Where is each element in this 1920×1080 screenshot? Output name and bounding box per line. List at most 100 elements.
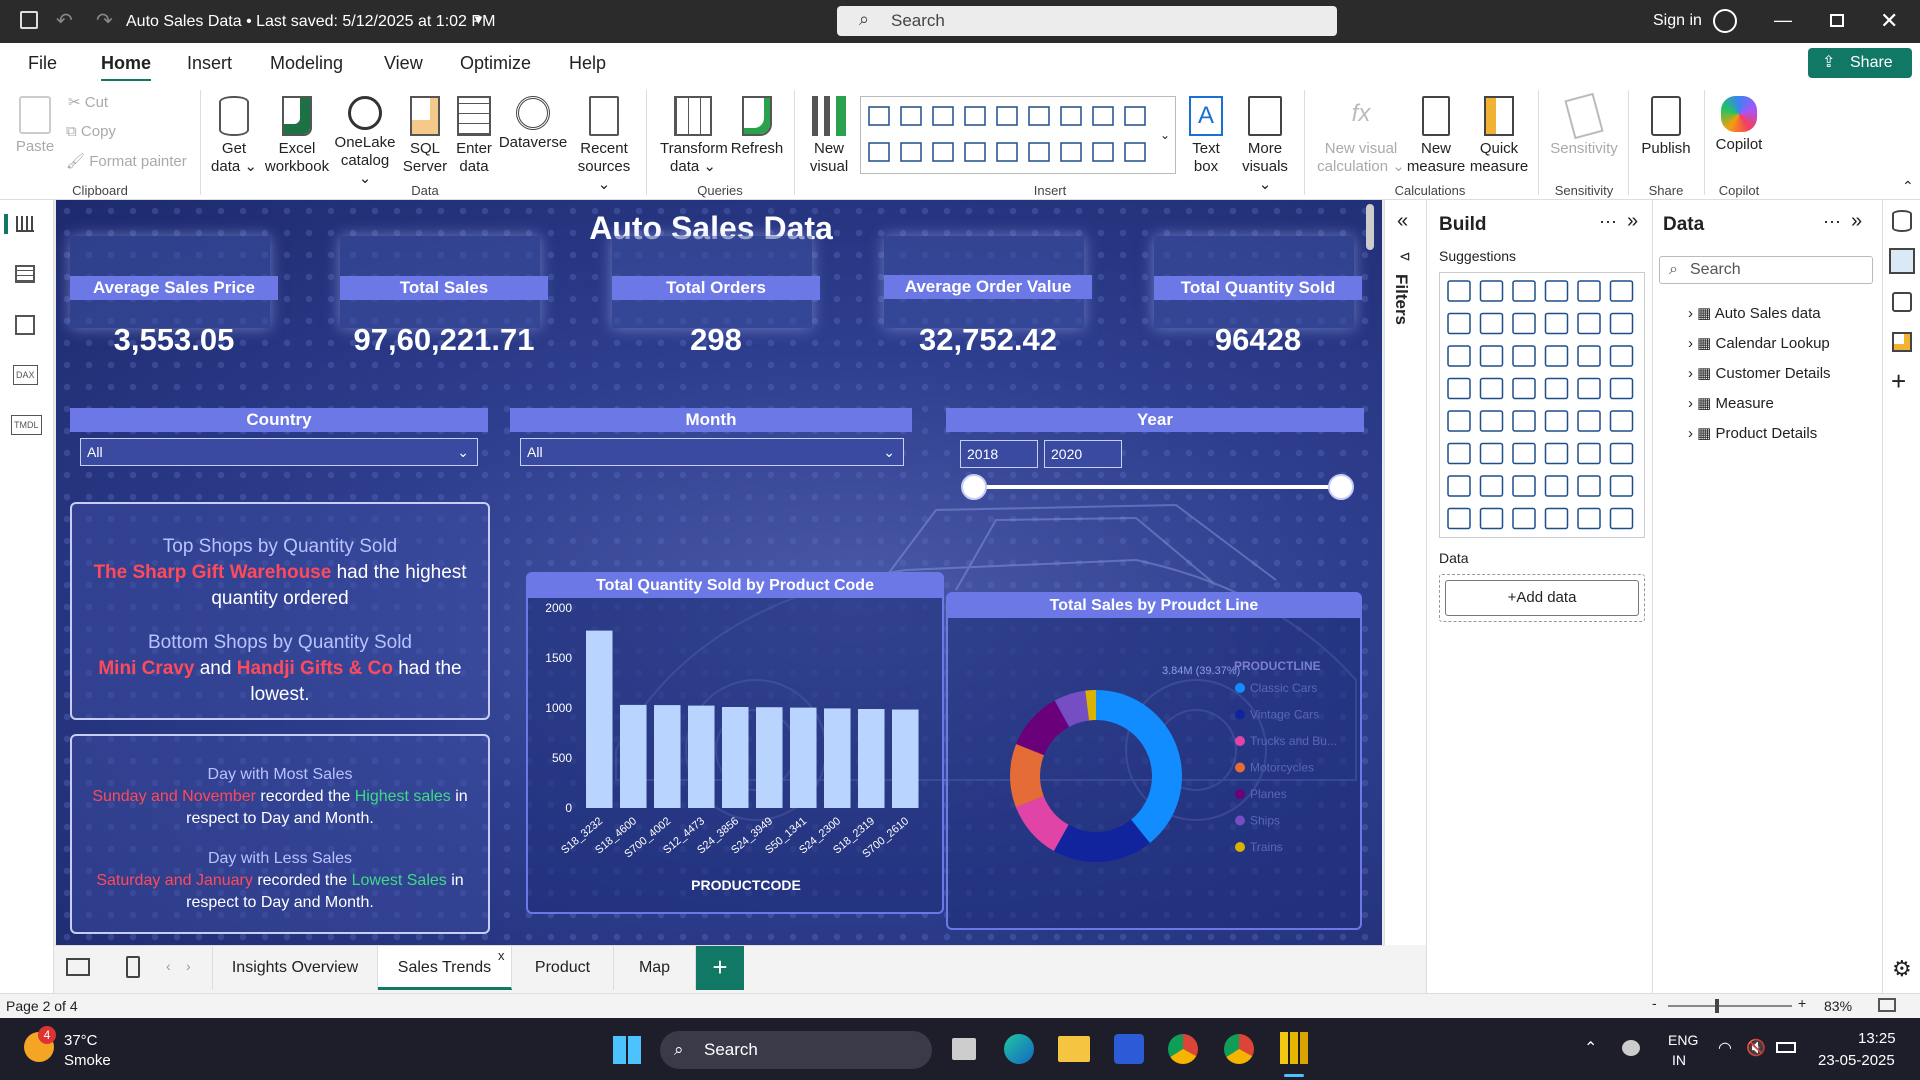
visual-gallery[interactable] — [860, 96, 1176, 174]
next-page-icon[interactable]: › — [186, 958, 191, 974]
tab-view[interactable]: View — [384, 53, 423, 74]
publish-button[interactable]: Publish — [1636, 96, 1696, 158]
power-bi-icon[interactable] — [1280, 1032, 1308, 1064]
visual-types-grid[interactable] — [1439, 272, 1645, 562]
share-button[interactable]: ⇪ Share — [1808, 48, 1912, 78]
data-table-item[interactable]: › ▦ Auto Sales data — [1688, 304, 1821, 322]
new-visual-button[interactable]: New visual — [806, 96, 852, 176]
format-painter-button[interactable]: 🖌 Format painter — [66, 153, 187, 171]
data-table-item[interactable]: › ▦ Product Details — [1688, 424, 1817, 442]
tab-file[interactable]: File — [28, 53, 57, 74]
zoom-slider[interactable] — [1668, 1005, 1792, 1007]
collapse-icon[interactable]: » — [1627, 210, 1638, 233]
dax-query-icon[interactable]: DAX — [13, 365, 38, 385]
add-data-button[interactable]: +Add data — [1445, 580, 1639, 616]
model-view-icon[interactable] — [15, 315, 35, 335]
search-box[interactable]: ⌕ Search — [837, 6, 1337, 36]
zoom-out-icon[interactable]: - — [1652, 995, 1657, 1011]
minimize-icon[interactable]: — — [1774, 10, 1792, 31]
more-options-icon[interactable]: ⋯ — [1823, 212, 1841, 233]
collapse-ribbon-icon[interactable]: ⌃ — [1902, 178, 1914, 195]
language-code[interactable]: ENG — [1668, 1032, 1698, 1048]
recent-sources-button[interactable]: Recent sources ⌄ — [570, 96, 638, 194]
close-icon[interactable]: ✕ — [1880, 8, 1898, 34]
year-slider-track[interactable] — [976, 485, 1346, 489]
table-view-icon[interactable] — [15, 265, 35, 283]
zoom-slider-thumb[interactable] — [1715, 999, 1719, 1013]
text-box-button[interactable]: A Text box — [1186, 96, 1226, 176]
build-pane-icon[interactable] — [1889, 248, 1915, 274]
copilot-button[interactable]: Copilot — [1712, 96, 1766, 154]
edge-icon[interactable] — [1004, 1034, 1034, 1064]
chevron-down-icon[interactable]: ▼ — [472, 12, 485, 27]
page-tab-map[interactable]: Map — [614, 946, 696, 990]
data-table-item[interactable]: › ▦ Customer Details — [1688, 364, 1831, 382]
year-from-input[interactable]: 2018 — [960, 440, 1038, 468]
new-measure-button[interactable]: New measure — [1404, 96, 1468, 176]
page-tab-insights-overview[interactable]: Insights Overview — [212, 946, 378, 990]
sql-server-button[interactable]: SQL Server — [400, 96, 450, 176]
add-page-button[interactable]: + — [696, 946, 744, 990]
new-visual-calculation-button[interactable]: fx New visual calculation ⌄ — [1316, 96, 1406, 176]
data-table-item[interactable]: › ▦ Measure — [1688, 394, 1774, 412]
wifi-icon[interactable]: ◠ — [1718, 1038, 1732, 1058]
enter-data-button[interactable]: Enter data — [452, 96, 496, 176]
settings-icon[interactable]: ⚙ — [1892, 956, 1912, 982]
bar-chart-visual[interactable]: Total Quantity Sold by Product Code 0 500… — [526, 572, 944, 914]
file-explorer-icon[interactable] — [1058, 1036, 1090, 1062]
tmdl-view-icon[interactable]: TMDL — [11, 415, 42, 435]
gallery-expand-icon[interactable]: ⌄ — [1160, 128, 1170, 142]
donut-chart-visual[interactable]: Total Sales by Proudct Line 3.84M (39.37… — [946, 592, 1362, 930]
task-view-icon[interactable] — [952, 1038, 976, 1060]
collapse-icon[interactable]: » — [1851, 210, 1862, 233]
chrome-icon[interactable] — [1168, 1034, 1198, 1064]
redo-icon[interactable]: ↷ — [96, 8, 113, 33]
year-slider-handle-end[interactable] — [1328, 474, 1354, 500]
canvas-scrollbar[interactable] — [1366, 204, 1374, 250]
country-dropdown[interactable]: All ⌄ — [80, 438, 478, 466]
cut-button[interactable]: ✂ Cut — [68, 94, 108, 112]
format-pane-icon[interactable] — [1892, 292, 1912, 312]
copy-button[interactable]: ⧉ Copy — [66, 123, 116, 141]
data-pane-icon[interactable] — [1892, 210, 1912, 232]
chrome-profile-icon[interactable] — [1224, 1034, 1254, 1064]
fit-to-page-icon[interactable] — [1878, 998, 1896, 1012]
sensitivity-button[interactable]: Sensitivity — [1546, 92, 1622, 158]
taskbar-search[interactable]: ⌕ Search — [660, 1031, 932, 1069]
excel-workbook-button[interactable]: Excel workbook — [262, 96, 332, 176]
defender-icon[interactable] — [1622, 1040, 1640, 1056]
maximize-icon[interactable] — [1830, 14, 1844, 27]
more-options-icon[interactable]: ⋯ — [1599, 212, 1617, 233]
quick-measure-button[interactable]: Quick measure — [1468, 96, 1530, 176]
mute-icon[interactable]: 🔇 — [1746, 1038, 1766, 1058]
tab-optimize[interactable]: Optimize — [460, 53, 531, 74]
year-slider-handle-start[interactable] — [961, 474, 987, 500]
more-visuals-button[interactable]: More visuals ⌄ — [1234, 96, 1296, 194]
prev-page-icon[interactable]: ‹ — [166, 958, 171, 974]
account-icon[interactable] — [1713, 9, 1737, 33]
report-view-icon[interactable] — [4, 214, 8, 234]
page-tab-sales-trends[interactable]: Sales Trends — [378, 946, 512, 990]
tab-help[interactable]: Help — [569, 53, 606, 74]
refresh-button[interactable]: Refresh — [730, 96, 784, 158]
onelake-catalog-button[interactable]: OneLake catalog ⌄ — [334, 96, 396, 188]
app-icon[interactable] — [1114, 1034, 1144, 1064]
data-search-input[interactable]: ⌕ Search — [1659, 256, 1873, 284]
filters-pane-collapsed[interactable]: « ⊲ Filters — [1384, 200, 1426, 945]
window-title[interactable]: Auto Sales Data • Last saved: 5/12/2025 … — [126, 13, 495, 31]
clock-time[interactable]: 13:25 — [1858, 1030, 1896, 1047]
start-icon[interactable] — [613, 1036, 641, 1064]
data-table-item[interactable]: › ▦ Calendar Lookup — [1688, 334, 1830, 352]
show-hidden-icons[interactable]: ⌃ — [1584, 1038, 1597, 1058]
tab-home[interactable]: Home — [101, 53, 152, 82]
zoom-level[interactable]: 83% — [1824, 998, 1852, 1014]
sign-in-link[interactable]: Sign in — [1653, 12, 1702, 30]
expand-left-icon[interactable]: « — [1397, 210, 1408, 233]
save-icon[interactable] — [20, 11, 38, 29]
transform-data-button[interactable]: Transform data ⌄ — [660, 96, 728, 176]
page-tab-product[interactable]: Product — [512, 946, 614, 990]
undo-icon[interactable]: ↶ — [56, 8, 73, 33]
language-region[interactable]: IN — [1672, 1052, 1686, 1068]
dataverse-button[interactable]: Dataverse — [498, 96, 568, 152]
tab-modeling[interactable]: Modeling — [270, 53, 343, 74]
